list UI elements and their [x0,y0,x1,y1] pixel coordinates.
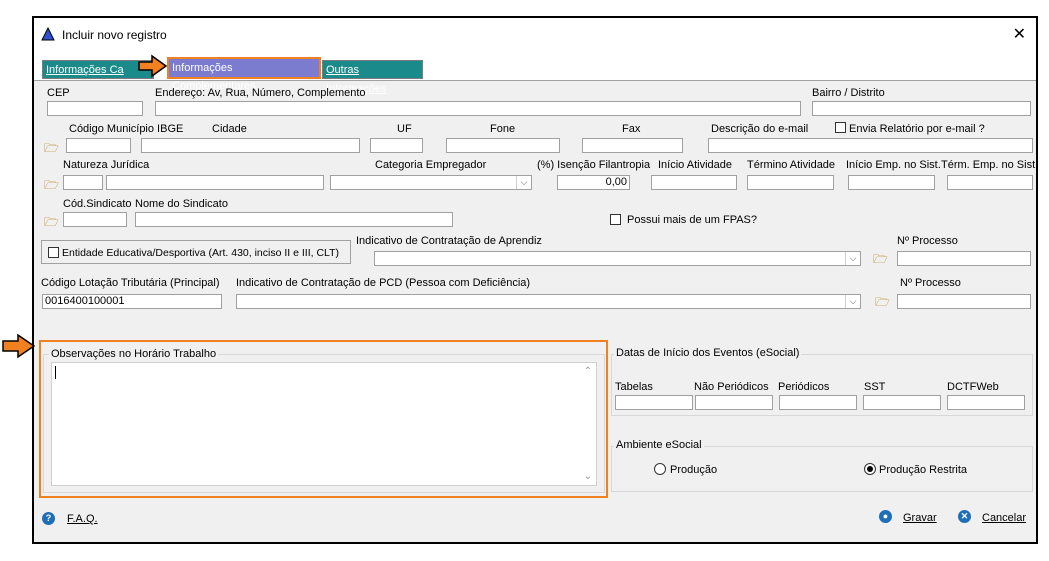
chevron-down-icon[interactable]: ⌵ [516,176,531,189]
datas-nao-periodicos-input[interactable] [695,395,773,410]
radio-producao[interactable] [654,463,666,475]
isencao-label: (%) Isenção Filantropia [537,159,651,171]
uf-input[interactable] [370,138,423,153]
isencao-input[interactable]: 0,00 [557,175,630,190]
inicio-atividade-label: Início Atividade [658,159,732,171]
chevron-down-icon[interactable]: ⌵ [845,295,860,308]
folder-icon[interactable]: 🗁 [44,176,59,197]
termino-atividade-input[interactable] [747,175,834,190]
help-icon[interactable]: ? [42,512,55,525]
uf-label: UF [397,123,412,135]
categoria-select[interactable]: ⌵ [330,175,532,190]
folder-icon[interactable]: 🗁 [873,250,888,271]
ambiente-title: Ambiente eSocial [614,439,704,451]
observacoes-highlight [39,340,608,498]
datas-col-periodicos-label: Periódicos [778,381,830,393]
close-icon[interactable]: ✕ [1013,24,1026,44]
envia-relatorio-checkbox[interactable] [835,122,846,133]
email-input[interactable] [708,138,1033,153]
chevron-down-icon[interactable]: ⌵ [845,252,860,265]
tab-informacoes-complementares[interactable]: Informações Complementares [167,57,321,92]
folder-icon[interactable]: 🗁 [44,213,59,234]
datas-tabelas-input[interactable] [615,395,693,410]
title-bar: Incluir novo registro ✕ [34,18,1036,50]
codigo-municipio-input[interactable] [66,138,131,153]
inicio-atividade-input[interactable] [651,175,737,190]
termino-atividade-label: Término Atividade [747,159,836,171]
cod-sindicato-label: Cód.Sindicato [63,198,132,210]
datas-sst-input[interactable] [863,395,941,410]
entidade-checkbox[interactable] [48,247,59,258]
save-icon[interactable]: ● [879,510,892,523]
pcd-select[interactable]: ⌵ [236,294,861,309]
endereco-label: Endereço: Av, Rua, Número, Complemento [155,87,366,99]
window-title: Incluir novo registro [62,28,167,42]
natureza-label: Natureza Jurídica [63,159,150,171]
fone-input[interactable] [446,138,560,153]
gravar-button[interactable]: Gravar [903,512,937,524]
cep-input[interactable] [47,101,143,116]
processo-label: Nº Processo [897,235,958,247]
folder-icon[interactable]: 🗁 [875,293,890,314]
tab-outras-informacoes[interactable]: Outras Informações [322,60,423,95]
dialog-window: Incluir novo registro ✕ Informações Ca I… [32,16,1038,544]
app-triangle-icon [41,27,55,41]
datas-dctfweb-input[interactable] [947,395,1025,410]
tab-bar: Informações Ca Informações Complementare… [34,50,1036,95]
endereco-input[interactable] [155,101,801,116]
lotacao-input[interactable]: 0016400100001 [42,294,222,309]
datas-title: Datas de Início dos Eventos (eSocial) [614,347,802,359]
processo-aprendiz-input[interactable] [897,251,1031,266]
categoria-label: Categoria Empregador [375,159,487,171]
aprendiz-label: Indicativo de Contratação de Aprendiz [356,235,542,247]
processo-pcd-input[interactable] [897,294,1031,309]
pointer-arrow-icon [138,54,168,78]
datas-col-sst-label: SST [864,381,886,393]
cep-label: CEP [47,87,70,99]
term-emp-label: Térm. Emp. no Sist. [941,159,1039,171]
envia-relatorio-label: Envia Relatório por e-mail ? [849,123,985,135]
radio-producao-restrita[interactable] [864,463,876,475]
processo-label: Nº Processo [900,277,961,289]
cancel-icon[interactable]: ✕ [958,510,971,523]
datas-col-dctfweb-label: DCTFWeb [947,381,999,393]
fax-input[interactable] [582,138,683,153]
cod-sindicato-input[interactable] [63,212,127,227]
codigo-municipio-label: Código Município IBGE [69,123,184,135]
fax-label: Fax [622,123,641,135]
entidade-group[interactable]: Entidade Educativa/Desportiva (Art. 430,… [41,240,351,264]
natureza-desc-input[interactable] [106,175,324,190]
pcd-label: Indicativo de Contratação de PCD (Pessoa… [236,277,531,289]
datas-col-tabelas-label: Tabelas [615,381,653,393]
producao-restrita-label: Produção Restrita [879,464,968,476]
datas-col-nao-periodicos-label: Não Periódicos [694,381,769,393]
pointer-arrow-icon [2,333,36,359]
fone-label: Fone [490,123,516,135]
tab-label: Informações Ca [46,64,124,76]
folder-icon[interactable]: 🗁 [44,139,59,160]
entidade-label: Entidade Educativa/Desportiva (Art. 430,… [62,247,340,259]
lotacao-label: Código Lotação Tributária (Principal) [41,277,220,289]
inicio-emp-label: Início Emp. no Sist. [846,159,941,171]
producao-label: Produção [670,464,718,476]
cancelar-button[interactable]: Cancelar [982,512,1026,524]
bairro-label: Bairro / Distrito [812,87,885,99]
bairro-input[interactable] [812,101,1031,116]
nome-sindicato-label: Nome do Sindicato [135,198,228,210]
datas-periodicos-input[interactable] [779,395,857,410]
inicio-emp-input[interactable] [848,175,935,190]
cidade-input[interactable] [141,138,360,153]
possui-fpas-label: Possui mais de um FPAS? [627,214,758,226]
email-label: Descrição do e-mail [711,123,809,135]
natureza-code-input[interactable] [63,175,103,190]
faq-link[interactable]: F.A.Q. [67,513,98,525]
aprendiz-select[interactable]: ⌵ [374,251,861,266]
cidade-label: Cidade [212,123,247,135]
possui-fpas-checkbox[interactable] [610,214,621,225]
term-emp-input[interactable] [947,175,1033,190]
nome-sindicato-input[interactable] [135,212,453,227]
